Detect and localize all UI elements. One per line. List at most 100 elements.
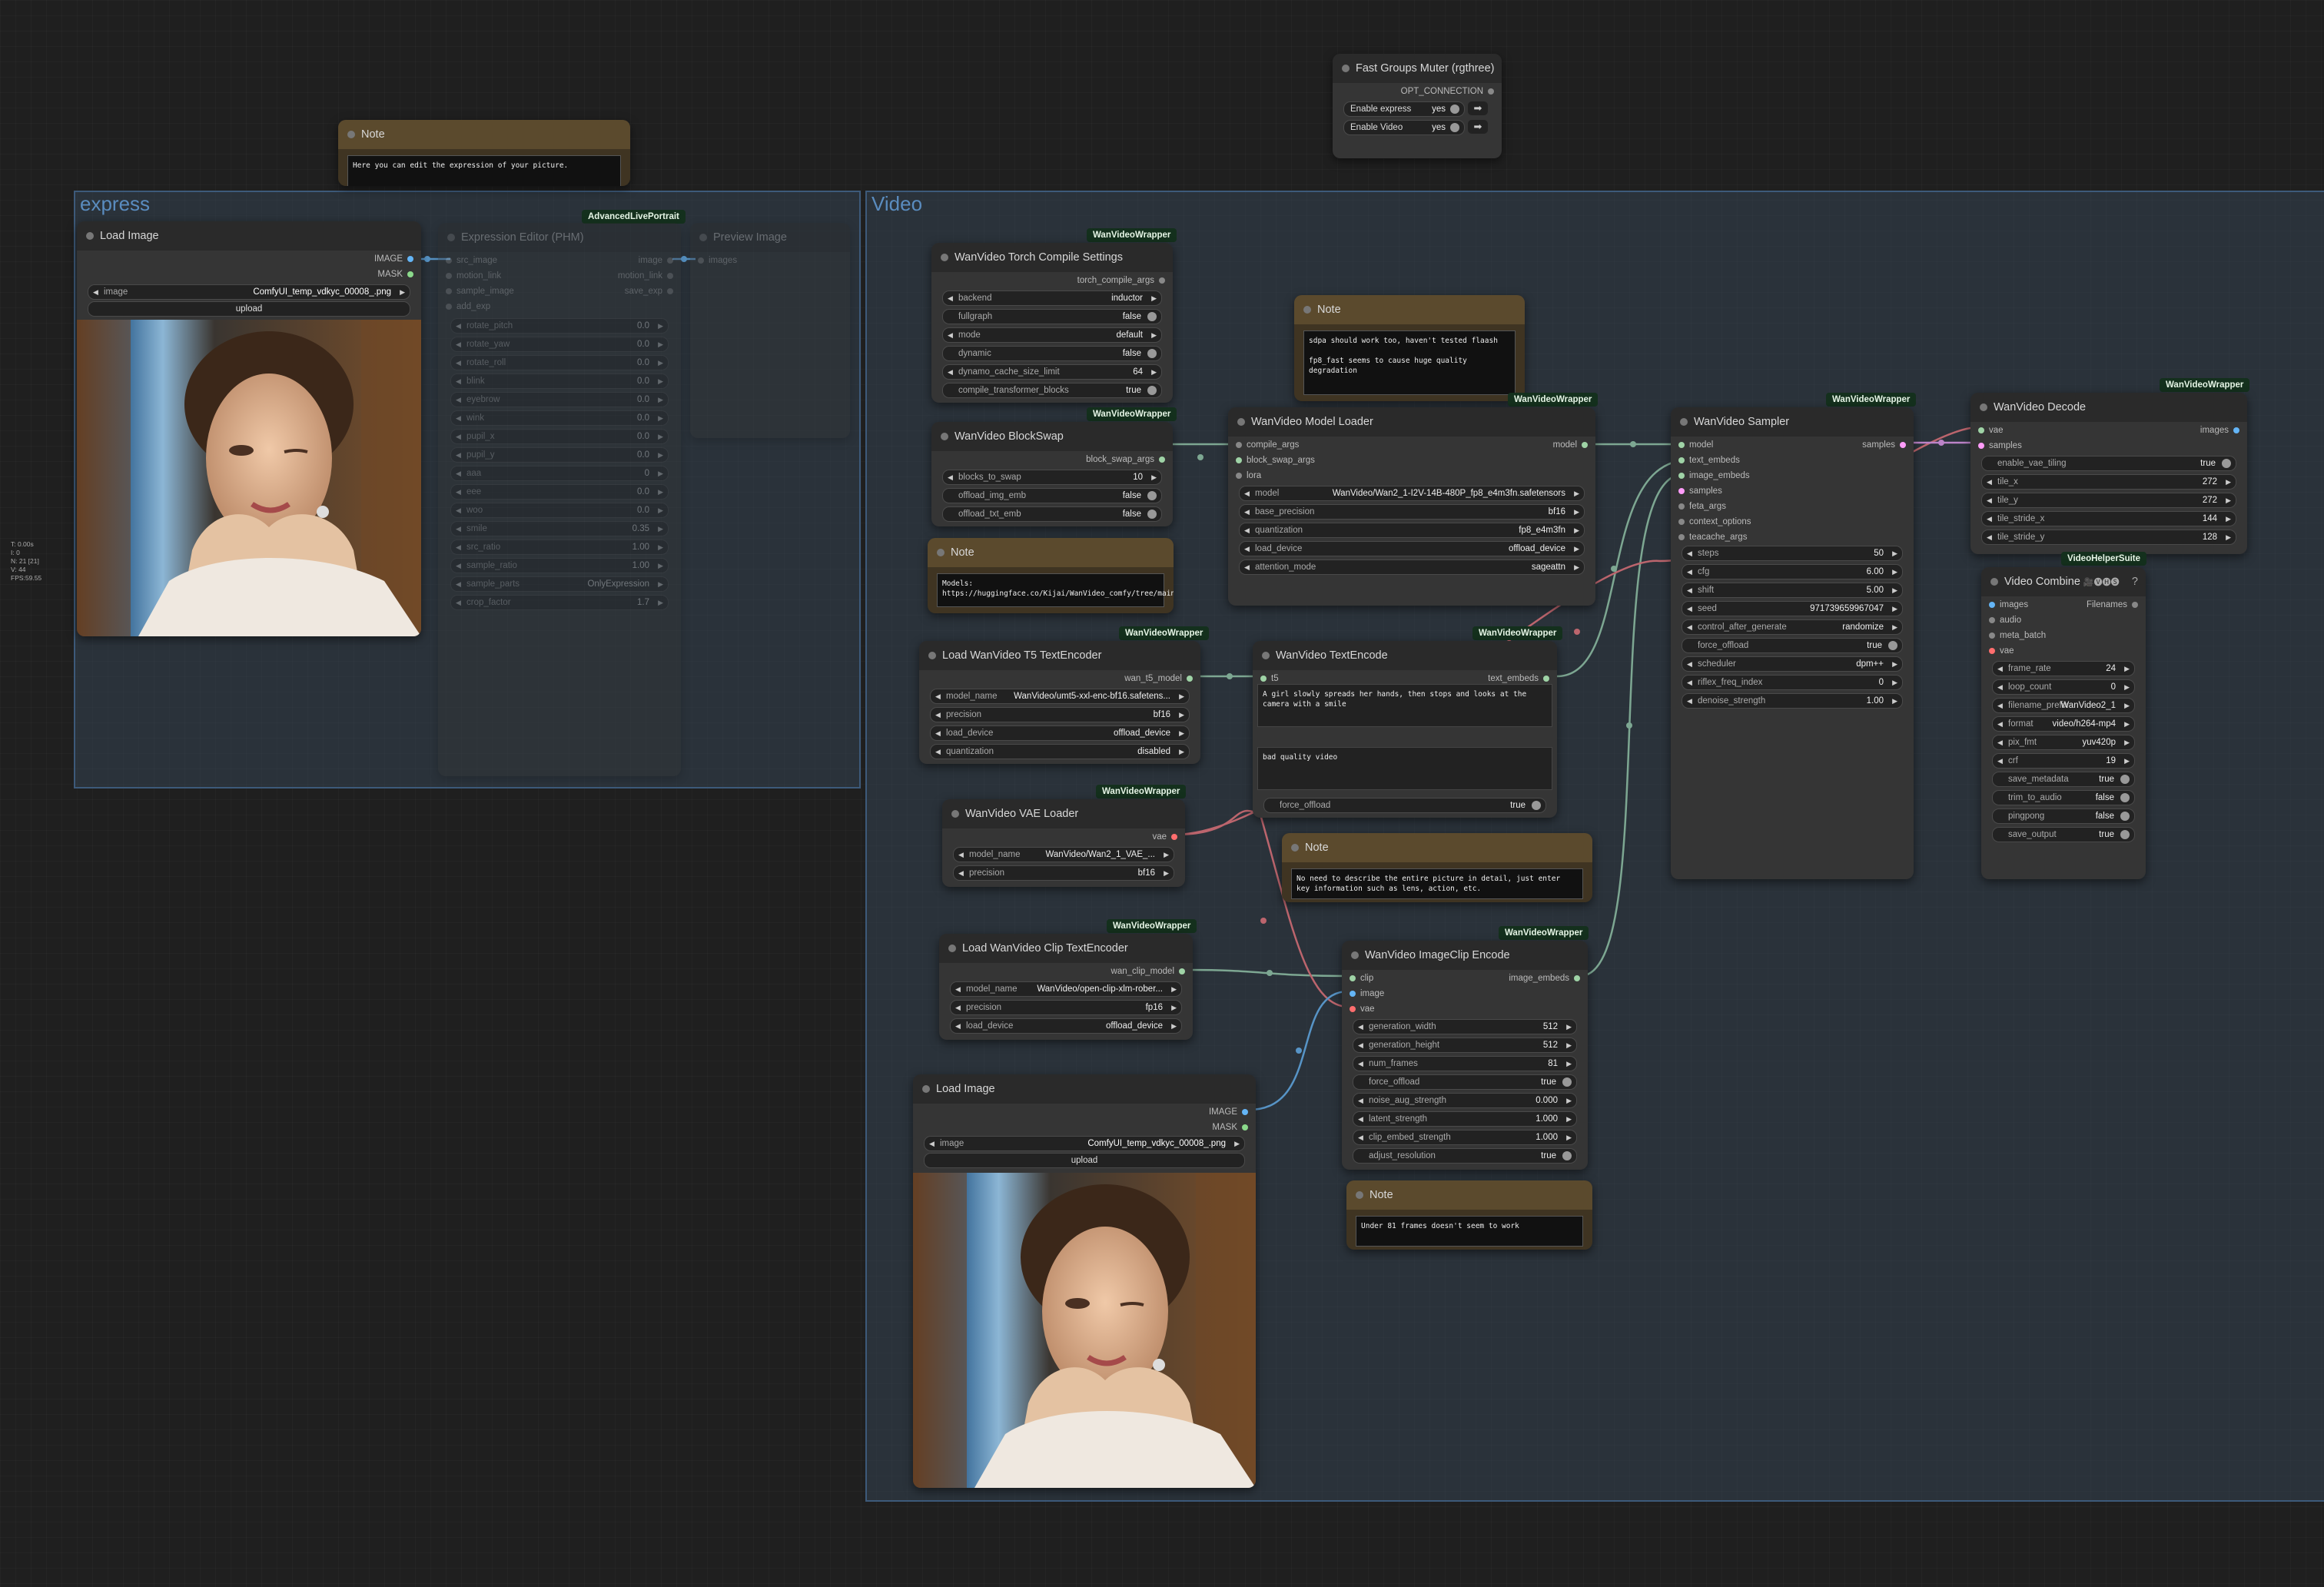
blockswap-node[interactable]: WanVideo BlockSwap block_swap_args ◀ bloc… xyxy=(931,422,1173,526)
arrow-right-icon[interactable]: ▶ xyxy=(2124,735,2130,749)
image-output[interactable]: IMAGE xyxy=(374,254,413,264)
trim-to-audio-toggle[interactable]: trim_to_audio false xyxy=(1992,790,2135,805)
collapse-dot-icon[interactable] xyxy=(699,234,707,241)
arrow-right-icon[interactable]: ▶ xyxy=(2226,512,2231,526)
arrow-left-icon[interactable]: ◀ xyxy=(1358,1057,1363,1071)
arrow-left-icon[interactable]: ◀ xyxy=(1244,523,1250,537)
pupil-y-widget[interactable]: ◀ pupil_y 0.0 ▶ xyxy=(450,447,669,463)
arrow-right-icon[interactable]: ▶ xyxy=(2124,717,2130,731)
force-offload-toggle[interactable]: force_offload true xyxy=(1353,1074,1577,1090)
upload-button[interactable]: upload xyxy=(88,301,410,317)
expression-editor-node[interactable]: Expression Editor (PHM) src_image motion… xyxy=(438,223,681,776)
image-combo[interactable]: ◀ image ComfyUI_temp_vdkyc_00008_.png ▶ xyxy=(924,1136,1245,1151)
motion-link-input[interactable]: motion_link xyxy=(446,271,501,281)
save-metadata-toggle[interactable]: save_metadata true xyxy=(1992,772,2135,787)
model-widget[interactable]: ◀ model WanVideo/Wan2_1-I2V-14B-480P_fp8_e… xyxy=(1239,486,1585,501)
filename-prefix-widget[interactable]: ◀ filename_prefix WanVideo2_1 ▶ xyxy=(1992,698,2135,713)
arrow-left-icon[interactable]: ◀ xyxy=(456,374,461,388)
arrow-left-icon[interactable]: ◀ xyxy=(456,596,461,609)
arrow-right-icon[interactable]: ▶ xyxy=(658,356,663,370)
wan-t5-model-output[interactable]: wan_t5_model xyxy=(1124,673,1193,684)
image-output[interactable]: IMAGE xyxy=(1209,1107,1248,1117)
collapse-dot-icon[interactable] xyxy=(941,433,948,440)
loop-count-widget[interactable]: ◀ loop_count 0 ▶ xyxy=(1992,679,2135,695)
quantization-widget[interactable]: ◀ quantization fp8_e4m3fn ▶ xyxy=(1239,523,1585,538)
attention-mode-widget[interactable]: ◀ attention_mode sageattn ▶ xyxy=(1239,559,1585,575)
arrow-right-icon[interactable]: ▶ xyxy=(1892,676,1897,689)
sample-image-input[interactable]: sample_image xyxy=(446,286,514,297)
arrow-right-icon[interactable]: ▶ xyxy=(1179,745,1184,759)
arrow-left-icon[interactable]: ◀ xyxy=(456,559,461,573)
torch-compile-args-output[interactable]: torch_compile_args xyxy=(1077,275,1165,286)
force-offload-toggle[interactable]: force_offload true xyxy=(1263,798,1546,813)
arrow-left-icon[interactable]: ◀ xyxy=(456,503,461,517)
images-input[interactable]: images xyxy=(1989,599,2028,610)
arrow-left-icon[interactable]: ◀ xyxy=(1358,1038,1363,1052)
note-text[interactable]: sdpa should work too, haven't tested fla… xyxy=(1303,330,1516,395)
vae-input[interactable]: vae xyxy=(1978,425,2004,436)
note-sdpa-node[interactable]: Note sdpa should work too, haven't teste… xyxy=(1294,295,1525,401)
backend-widget[interactable]: ◀ backend inductor ▶ xyxy=(942,291,1162,306)
arrow-left-icon[interactable]: ◀ xyxy=(1987,475,1992,489)
arrow-left-icon[interactable]: ◀ xyxy=(1987,512,1992,526)
pupil-x-widget[interactable]: ◀ pupil_x 0.0 ▶ xyxy=(450,429,669,444)
arrow-right-icon[interactable]: ▶ xyxy=(1892,620,1897,634)
rotate-yaw-widget[interactable]: ◀ rotate_yaw 0.0 ▶ xyxy=(450,337,669,352)
arrow-right-icon[interactable]: ▶ xyxy=(658,393,663,407)
arrow-left-icon[interactable]: ◀ xyxy=(456,319,461,333)
arrow-left-icon[interactable]: ◀ xyxy=(1997,699,2003,712)
images-input[interactable]: images xyxy=(698,255,737,266)
arrow-right-icon[interactable]: ▶ xyxy=(1566,1038,1572,1052)
arrow-right-icon[interactable]: ▶ xyxy=(1151,291,1157,305)
text-embeds-output[interactable]: text_embeds xyxy=(1488,673,1549,684)
collapse-dot-icon[interactable] xyxy=(922,1085,930,1093)
filenames-output[interactable]: Filenames xyxy=(2087,599,2138,610)
arrow-right-icon[interactable]: ▶ xyxy=(658,522,663,536)
format-widget[interactable]: ◀ format video/h264-mp4 ▶ xyxy=(1992,716,2135,732)
aaa-widget[interactable]: ◀ aaa 0 ▶ xyxy=(450,466,669,481)
arrow-left-icon[interactable]: ◀ xyxy=(955,1019,961,1033)
wan-clip-model-output[interactable]: wan_clip_model xyxy=(1111,966,1185,977)
arrow-left-icon[interactable]: ◀ xyxy=(948,365,953,379)
arrow-right-icon[interactable]: ▶ xyxy=(658,411,663,425)
tile-stride-y-widget[interactable]: ◀ tile_stride_y 128 ▶ xyxy=(1981,530,2236,545)
arrow-right-icon[interactable]: ▶ xyxy=(658,540,663,554)
arrow-right-icon[interactable]: ▶ xyxy=(1179,689,1184,703)
negative-prompt-textarea[interactable]: bad quality video xyxy=(1257,747,1552,790)
cfg-widget[interactable]: ◀ cfg 6.00 ▶ xyxy=(1682,564,1903,579)
upload-button[interactable]: upload xyxy=(924,1153,1245,1168)
arrow-left-icon[interactable]: ◀ xyxy=(948,291,953,305)
eee-widget[interactable]: ◀ eee 0.0 ▶ xyxy=(450,484,669,500)
arrow-left-icon[interactable]: ◀ xyxy=(948,328,953,342)
samples-output[interactable]: samples xyxy=(1862,440,1906,450)
collapse-dot-icon[interactable] xyxy=(1291,844,1299,852)
arrow-right-icon[interactable]: ▶ xyxy=(1566,1094,1572,1107)
arrow-left-icon[interactable]: ◀ xyxy=(456,577,461,591)
load-device-widget[interactable]: ◀ load_device offload_device ▶ xyxy=(950,1018,1182,1034)
crf-widget[interactable]: ◀ crf 19 ▶ xyxy=(1992,753,2135,769)
note-node[interactable]: Note Here you can edit the expression of… xyxy=(338,120,630,186)
collapse-dot-icon[interactable] xyxy=(1351,951,1359,959)
model-name-widget[interactable]: ◀ model_name WanVideo/Wan2_1_VAE_... ▶ xyxy=(953,847,1174,862)
clip-encoder-node[interactable]: Load WanVideo Clip TextEncoder wan_clip_… xyxy=(939,934,1193,1040)
navigate-arrow-icon[interactable]: ➡ xyxy=(1468,120,1488,134)
note-text[interactable]: Under 81 frames doesn't seem to work xyxy=(1356,1216,1583,1247)
arrow-right-icon[interactable]: ▶ xyxy=(1574,523,1579,537)
arrow-right-icon[interactable]: ▶ xyxy=(2124,662,2130,676)
arrow-right-icon[interactable]: ▶ xyxy=(1151,470,1157,484)
denoise-strength-widget[interactable]: ◀ denoise_strength 1.00 ▶ xyxy=(1682,693,1903,709)
image-embeds-input[interactable]: image_embeds xyxy=(1678,470,1750,481)
arrow-right-icon[interactable]: ▶ xyxy=(2124,680,2130,694)
arrow-left-icon[interactable]: ◀ xyxy=(456,337,461,351)
pingpong-toggle[interactable]: pingpong false xyxy=(1992,808,2135,824)
text-embeds-input[interactable]: text_embeds xyxy=(1678,455,1740,466)
force-offload-toggle[interactable]: force_offload true xyxy=(1682,638,1903,653)
arrow-right-icon[interactable]: ▶ xyxy=(658,448,663,462)
arrow-left-icon[interactable]: ◀ xyxy=(456,466,461,480)
arrow-right-icon[interactable]: ▶ xyxy=(400,285,405,299)
arrow-right-icon[interactable]: ▶ xyxy=(1566,1112,1572,1126)
arrow-right-icon[interactable]: ▶ xyxy=(1179,708,1184,722)
arrow-left-icon[interactable]: ◀ xyxy=(1687,602,1692,616)
model-name-widget[interactable]: ◀ model_name WanVideo/open-clip-xlm-rober.… xyxy=(950,981,1182,997)
arrow-left-icon[interactable]: ◀ xyxy=(1358,1112,1363,1126)
